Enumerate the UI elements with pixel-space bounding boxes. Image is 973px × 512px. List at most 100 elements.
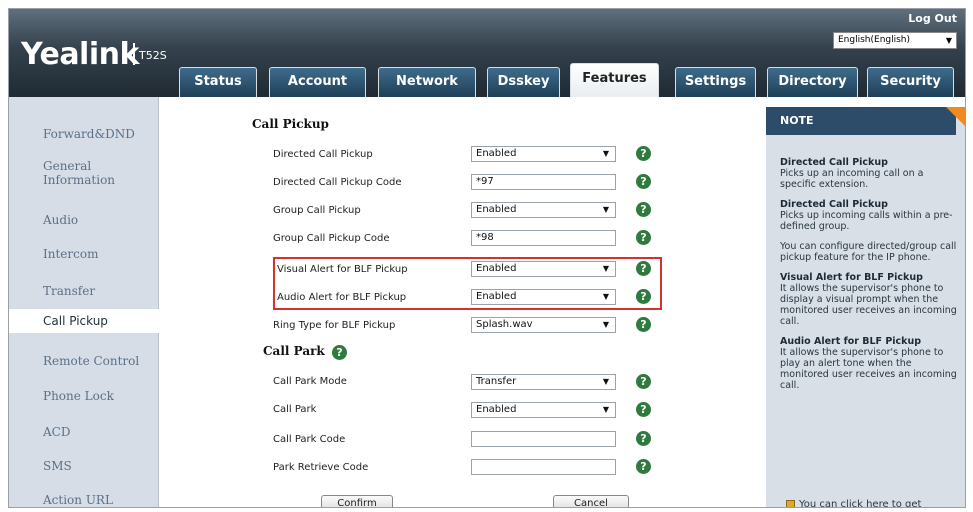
- field-value: Enabled: [476, 291, 517, 302]
- help-icon[interactable]: ?: [636, 374, 651, 389]
- note-text: It allows the supervisor's phone to play…: [780, 347, 957, 391]
- note-heading: Audio Alert for BLF Pickup: [780, 336, 922, 347]
- visual-alert-blf-pickup-select[interactable]: Enabled ▼: [471, 261, 616, 277]
- info-icon: [786, 499, 795, 507]
- call-park-mode-select[interactable]: Transfer ▼: [471, 374, 616, 390]
- note-footer-text: You can click here to get: [799, 499, 922, 508]
- language-select[interactable]: English(English) ▼: [833, 32, 957, 49]
- field-value: Enabled: [476, 263, 517, 274]
- field-value: Enabled: [476, 148, 517, 159]
- note-title: NOTE: [766, 107, 956, 135]
- visual-alert-blf-pickup-label: Visual Alert for BLF Pickup: [277, 264, 408, 275]
- help-icon[interactable]: ?: [636, 459, 651, 474]
- chevron-down-icon: ▼: [602, 205, 609, 214]
- tab-settings[interactable]: Settings: [675, 67, 756, 97]
- web-ui-frame: Yealink T52S Log Out English(English) ▼ …: [8, 8, 966, 508]
- directed-call-pickup-select[interactable]: Enabled ▼: [471, 146, 616, 162]
- note-body: Directed Call Pickup Picks up an incomin…: [780, 157, 960, 400]
- confirm-button[interactable]: Confirm: [321, 495, 393, 507]
- model-label: T52S: [139, 49, 167, 62]
- sidebar-item-acd[interactable]: ACD: [9, 425, 159, 439]
- audio-alert-blf-pickup-select[interactable]: Enabled ▼: [471, 289, 616, 305]
- call-pickup-title: Call Pickup: [252, 117, 329, 131]
- sidebar-item-action-url[interactable]: Action URL: [9, 493, 159, 507]
- call-park-code-label: Call Park Code: [273, 434, 346, 445]
- help-icon[interactable]: ?: [636, 202, 651, 217]
- tab-security[interactable]: Security: [867, 67, 954, 97]
- cancel-button[interactable]: Cancel: [553, 495, 629, 507]
- note-entry: Audio Alert for BLF Pickup It allows the…: [780, 336, 960, 391]
- sidebar-item-label: General Information: [43, 159, 116, 187]
- directed-call-pickup-code-input[interactable]: *97: [471, 174, 616, 190]
- audio-alert-blf-pickup-label: Audio Alert for BLF Pickup: [277, 292, 407, 303]
- note-entry: Visual Alert for BLF Pickup It allows th…: [780, 272, 960, 327]
- chevron-down-icon: ▼: [602, 264, 609, 273]
- sidebar-item-intercom[interactable]: Intercom: [9, 247, 159, 261]
- note-text: You can configure directed/group call pi…: [780, 241, 957, 263]
- logout-link[interactable]: Log Out: [908, 12, 957, 25]
- note-text: Picks up an incoming call on a specific …: [780, 168, 924, 190]
- yealink-logo: Yealink: [21, 37, 139, 72]
- help-icon[interactable]: ?: [636, 289, 651, 304]
- call-park-mode-label: Call Park Mode: [273, 376, 347, 387]
- chevron-down-icon: ▼: [602, 149, 609, 158]
- note-heading: Directed Call Pickup: [780, 157, 888, 168]
- park-retrieve-code-input[interactable]: [471, 459, 616, 475]
- help-icon[interactable]: ?: [636, 402, 651, 417]
- chevron-down-icon: ▼: [945, 36, 952, 45]
- note-text: It allows the supervisor's phone to disp…: [780, 283, 957, 327]
- sidebar-item-sms[interactable]: SMS: [9, 459, 159, 473]
- sidebar-item-forward-dnd[interactable]: Forward&DND: [9, 127, 159, 141]
- help-icon[interactable]: ?: [636, 431, 651, 446]
- help-icon[interactable]: ?: [636, 146, 651, 161]
- note-entry: Directed Call Pickup Picks up an incomin…: [780, 157, 960, 190]
- group-call-pickup-select[interactable]: Enabled ▼: [471, 202, 616, 218]
- note-heading: Visual Alert for BLF Pickup: [780, 272, 923, 283]
- help-icon[interactable]: ?: [636, 174, 651, 189]
- sidebar-item-general-information[interactable]: General Information: [9, 159, 159, 187]
- chevron-down-icon: ▼: [602, 292, 609, 301]
- help-icon[interactable]: ?: [332, 345, 347, 360]
- group-call-pickup-code-input[interactable]: *98: [471, 230, 616, 246]
- main-content: Call Pickup Directed Call Pickup Enabled…: [160, 97, 760, 507]
- help-icon[interactable]: ?: [636, 261, 651, 276]
- note-footer-link[interactable]: You can click here to get: [786, 499, 965, 508]
- ring-type-blf-pickup-label: Ring Type for BLF Pickup: [273, 320, 396, 331]
- call-park-label: Call Park: [273, 404, 317, 415]
- tab-network[interactable]: Network: [378, 67, 476, 97]
- tab-features[interactable]: Features: [570, 63, 659, 97]
- directed-call-pickup-label: Directed Call Pickup: [273, 149, 373, 160]
- sidebar-item-remote-control[interactable]: Remote Control: [9, 354, 159, 368]
- call-park-select[interactable]: Enabled ▼: [471, 402, 616, 418]
- note-entry: You can configure directed/group call pi…: [780, 241, 960, 263]
- chevron-down-icon: ▼: [602, 377, 609, 386]
- sidebar-item-phone-lock[interactable]: Phone Lock: [9, 389, 159, 403]
- chevron-down-icon: ▼: [602, 320, 609, 329]
- header: Yealink T52S Log Out English(English) ▼ …: [9, 9, 965, 97]
- group-call-pickup-code-label: Group Call Pickup Code: [273, 233, 390, 244]
- chevron-down-icon: ▼: [602, 405, 609, 414]
- group-call-pickup-label: Group Call Pickup: [273, 205, 361, 216]
- help-icon[interactable]: ?: [636, 230, 651, 245]
- tab-dsskey[interactable]: Dsskey: [487, 67, 560, 97]
- ring-type-blf-pickup-select[interactable]: Splash.wav ▼: [471, 317, 616, 333]
- field-value: Enabled: [476, 204, 517, 215]
- park-retrieve-code-label: Park Retrieve Code: [273, 462, 369, 473]
- note-corner-icon: [946, 107, 965, 129]
- directed-call-pickup-code-label: Directed Call Pickup Code: [273, 177, 402, 188]
- tab-account[interactable]: Account: [269, 67, 366, 97]
- sidebar-item-call-pickup[interactable]: Call Pickup: [9, 309, 159, 333]
- tab-status[interactable]: Status: [179, 67, 257, 97]
- help-icon[interactable]: ?: [636, 317, 651, 332]
- logo-separator: [133, 43, 135, 65]
- tab-directory[interactable]: Directory: [767, 67, 858, 97]
- note-panel: NOTE Directed Call Pickup Picks up an in…: [766, 107, 965, 508]
- sidebar-item-audio[interactable]: Audio: [9, 213, 159, 227]
- note-text: Picks up incoming calls within a pre-def…: [780, 210, 953, 232]
- call-park-title: Call Park: [263, 344, 325, 358]
- sidebar: Forward&DND General Information Audio In…: [9, 97, 159, 507]
- sidebar-item-transfer[interactable]: Transfer: [9, 284, 159, 298]
- note-entry: Directed Call Pickup Picks up incoming c…: [780, 199, 960, 232]
- call-park-code-input[interactable]: [471, 431, 616, 447]
- field-value: Transfer: [476, 376, 517, 387]
